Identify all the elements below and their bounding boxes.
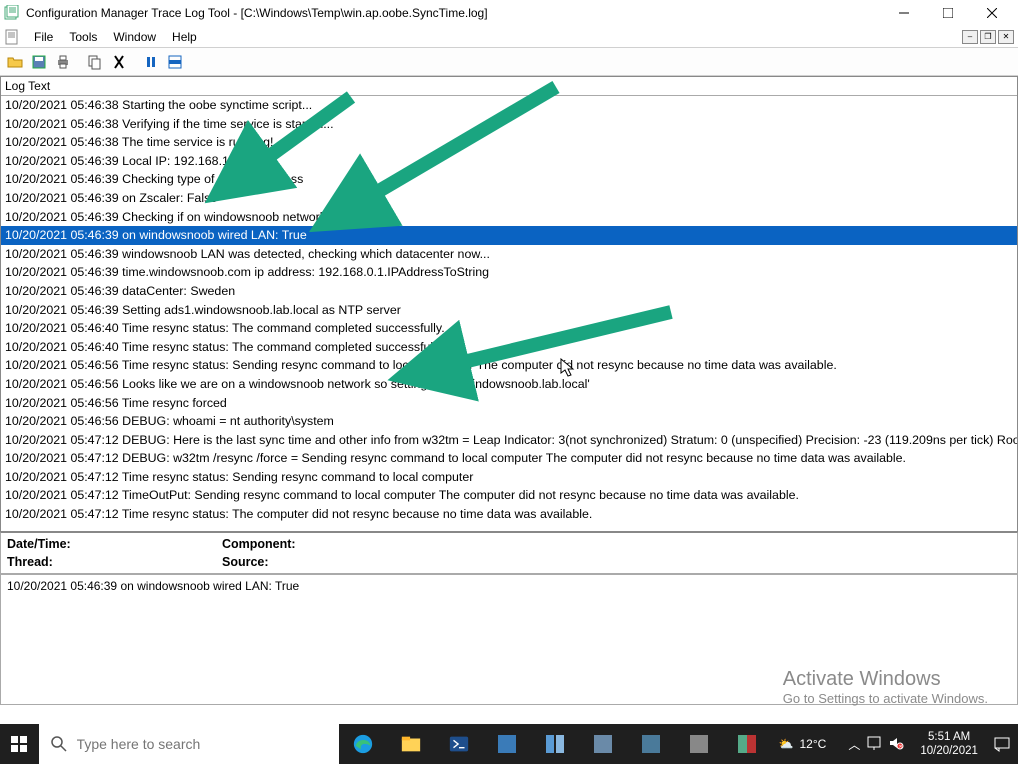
log-row[interactable]: 10/20/2021 05:46:39 dataCenter: Sweden (1, 282, 1017, 301)
toolbar (0, 48, 1018, 76)
datetime-label: Date/Time: (7, 537, 71, 551)
log-row[interactable]: 10/20/2021 05:46:56 Time resync status: … (1, 356, 1017, 375)
start-button[interactable] (0, 724, 39, 764)
tray-chevron-icon[interactable]: ︿ (848, 736, 860, 753)
log-header[interactable]: Log Text (1, 77, 1017, 96)
svg-text:✕: ✕ (899, 744, 903, 750)
app3-icon[interactable] (579, 724, 627, 764)
log-row[interactable]: 10/20/2021 05:47:12 DEBUG: Here is the l… (1, 431, 1017, 450)
maximize-button[interactable] (926, 1, 970, 25)
window-title: Configuration Manager Trace Log Tool - [… (26, 6, 882, 20)
log-row[interactable]: 10/20/2021 05:46:39 Checking type of net… (1, 170, 1017, 189)
log-row[interactable]: 10/20/2021 05:46:39 time.windowsnoob.com… (1, 263, 1017, 282)
log-row[interactable]: 10/20/2021 05:46:39 Local IP: 192.168.10… (1, 152, 1017, 171)
taskbar: ⛅ 12°C ︿ ✕ 5:51 AM 10/20/2021 (0, 724, 1018, 764)
explorer-icon[interactable] (387, 724, 435, 764)
action-center-button[interactable] (986, 735, 1018, 753)
log-body[interactable]: 10/20/2021 05:46:38 Starting the oobe sy… (1, 96, 1017, 532)
pause-button[interactable] (140, 51, 162, 73)
log-row[interactable]: 10/20/2021 05:47:12 Time resync status: … (1, 505, 1017, 524)
log-row[interactable]: 10/20/2021 05:46:40 Time resync status: … (1, 319, 1017, 338)
menu-file[interactable]: File (26, 28, 61, 46)
menu-window[interactable]: Window (105, 28, 164, 46)
taskbar-search[interactable] (39, 724, 339, 764)
details-panel: Date/Time: Component: Thread: Source: (0, 532, 1018, 574)
component-label: Component: (222, 537, 296, 551)
log-row[interactable]: 10/20/2021 05:46:56 Time resync forced (1, 394, 1017, 413)
titlebar: Configuration Manager Trace Log Tool - [… (0, 0, 1018, 26)
thread-label: Thread: (7, 555, 53, 569)
save-button[interactable] (28, 51, 50, 73)
network-icon[interactable] (866, 735, 882, 754)
log-row[interactable]: 10/20/2021 05:46:38 Starting the oobe sy… (1, 96, 1017, 115)
minimize-button[interactable] (882, 1, 926, 25)
log-row[interactable]: 10/20/2021 05:47:12 Time resync status: … (1, 468, 1017, 487)
log-row[interactable]: 10/20/2021 05:47:12 DEBUG: w32tm /resync… (1, 449, 1017, 468)
print-button[interactable] (52, 51, 74, 73)
source-label: Source: (222, 555, 269, 569)
app-icon (4, 5, 20, 21)
log-row[interactable]: 10/20/2021 05:46:39 windowsnoob LAN was … (1, 245, 1017, 264)
mdi-minimize-button[interactable]: – (962, 30, 978, 44)
menu-tools[interactable]: Tools (61, 28, 105, 46)
copy-button[interactable] (84, 51, 106, 73)
menu-help[interactable]: Help (164, 28, 205, 46)
volume-icon[interactable]: ✕ (888, 735, 904, 754)
clock-time: 5:51 AM (920, 730, 978, 744)
log-row[interactable]: 10/20/2021 05:46:38 Verifying if the tim… (1, 115, 1017, 134)
taskbar-apps (339, 724, 771, 764)
log-row[interactable]: 10/20/2021 05:46:56 Looks like we are on… (1, 375, 1017, 394)
app2-icon[interactable] (531, 724, 579, 764)
mdi-close-button[interactable]: ✕ (998, 30, 1014, 44)
log-row[interactable]: 10/20/2021 05:46:40 Time resync status: … (1, 338, 1017, 357)
highlight-button[interactable] (164, 51, 186, 73)
open-button[interactable] (4, 51, 26, 73)
cmtrace-icon[interactable] (723, 724, 771, 764)
weather-icon[interactable]: ⛅ (779, 737, 794, 751)
edge-icon[interactable] (339, 724, 387, 764)
search-icon (51, 736, 67, 752)
weather-text[interactable]: 12°C (800, 737, 827, 751)
close-button[interactable] (970, 1, 1014, 25)
app5-icon[interactable] (675, 724, 723, 764)
log-row[interactable]: 10/20/2021 05:47:12 TimeOutPut: Sending … (1, 486, 1017, 505)
log-row[interactable]: 10/20/2021 05:46:39 on Zscaler: False (1, 189, 1017, 208)
clock-date: 10/20/2021 (920, 744, 978, 758)
taskbar-clock[interactable]: 5:51 AM 10/20/2021 (912, 730, 986, 758)
app4-icon[interactable] (627, 724, 675, 764)
powershell-icon[interactable] (435, 724, 483, 764)
detail-text-panel[interactable]: 10/20/2021 05:46:39 on windowsnoob wired… (0, 574, 1018, 705)
detail-text: 10/20/2021 05:46:39 on windowsnoob wired… (7, 579, 299, 593)
system-tray: ⛅ 12°C ︿ ✕ (771, 735, 913, 754)
search-input[interactable] (77, 736, 327, 752)
mdi-restore-button[interactable]: ❐ (980, 30, 996, 44)
window-controls (882, 1, 1014, 25)
log-row[interactable]: 10/20/2021 05:46:39 Checking if on windo… (1, 208, 1017, 227)
log-row[interactable]: 10/20/2021 05:46:38 The time service is … (1, 133, 1017, 152)
log-row[interactable]: 10/20/2021 05:46:39 on windowsnoob wired… (1, 226, 1017, 245)
doc-icon (4, 29, 20, 45)
log-panel: Log Text 10/20/2021 05:46:38 Starting th… (0, 76, 1018, 532)
menubar: FileToolsWindowHelp – ❐ ✕ (0, 26, 1018, 48)
find-button[interactable] (108, 51, 130, 73)
log-row[interactable]: 10/20/2021 05:46:39 Setting ads1.windows… (1, 301, 1017, 320)
log-row[interactable]: 10/20/2021 05:46:56 DEBUG: whoami = nt a… (1, 412, 1017, 431)
app1-icon[interactable] (483, 724, 531, 764)
